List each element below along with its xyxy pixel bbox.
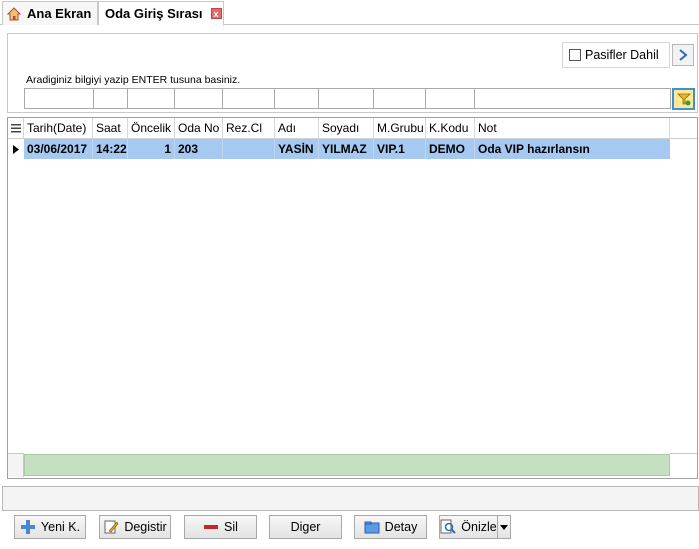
column-header[interactable]: Adı xyxy=(275,118,319,138)
cell-soyadi[interactable]: YILMAZ xyxy=(319,139,374,159)
filter-clear-icon xyxy=(676,93,691,106)
new-label: Yeni K. xyxy=(40,520,81,534)
column-header[interactable]: Saat xyxy=(93,118,128,138)
column-header[interactable]: Tarih(Date) xyxy=(24,118,93,138)
cell-tarih[interactable]: 03/06/2017 xyxy=(24,139,93,159)
row-pointer-icon xyxy=(8,139,24,159)
pasifler-dahil-checkbox[interactable]: Pasifler Dahil xyxy=(562,42,670,68)
status-bar xyxy=(2,486,699,511)
cell-saat[interactable]: 14:22 xyxy=(93,139,128,159)
other-label: Diger xyxy=(290,520,321,534)
filter-saat[interactable] xyxy=(93,88,128,109)
pencil-icon xyxy=(103,519,119,535)
cell-oncelik[interactable]: 1 xyxy=(128,139,175,159)
cell-k-kodu[interactable]: DEMO xyxy=(426,139,475,159)
search-panel: Pasifler Dahil Aradiginiz bilgiyi yazip … xyxy=(7,33,698,113)
edit-button[interactable]: Degistir xyxy=(99,515,171,539)
column-header[interactable]: Rez.Cl xyxy=(223,118,275,138)
new-button[interactable]: Yeni K. xyxy=(14,515,86,539)
footer-spacer xyxy=(670,453,697,477)
column-header[interactable]: K.Kodu xyxy=(426,118,475,138)
edit-label: Degistir xyxy=(124,520,167,534)
filter-adi[interactable] xyxy=(274,88,319,109)
cell-m-grubu[interactable]: VIP.1 xyxy=(374,139,426,159)
tab-label: Ana Ekran xyxy=(27,6,92,21)
magnifier-icon xyxy=(440,519,456,535)
grid-summary-footer xyxy=(24,454,670,476)
column-chooser-icon[interactable] xyxy=(8,118,24,138)
close-icon[interactable]: x xyxy=(210,8,222,19)
tab-oda-giris-sirasi[interactable]: Oda Giriş Sırası x xyxy=(98,1,224,26)
preview-label: Önizle xyxy=(461,520,497,534)
chevron-right-icon xyxy=(679,49,688,61)
tab-ana-ekran[interactable]: Ana Ekran xyxy=(2,1,98,25)
preview-button[interactable]: Önizle xyxy=(439,515,498,539)
filter-oncelik[interactable] xyxy=(127,88,175,109)
cell-oda-no[interactable]: 203 xyxy=(175,139,223,159)
plus-icon xyxy=(20,519,36,535)
clear-filter-button[interactable] xyxy=(672,88,695,110)
filter-tarih[interactable] xyxy=(24,88,94,109)
column-header[interactable]: Öncelik xyxy=(128,118,175,138)
delete-button[interactable]: Sil xyxy=(184,515,257,539)
filter-soyadi[interactable] xyxy=(318,88,374,109)
footer-indicator xyxy=(8,453,24,477)
filter-m-grubu[interactable] xyxy=(373,88,426,109)
tab-strip: Ana Ekran Oda Giriş Sırası x xyxy=(0,0,699,26)
cell-not[interactable]: Oda VIP hazırlansın xyxy=(475,139,670,159)
delete-label: Sil xyxy=(224,520,238,534)
column-header[interactable]: Soyadı xyxy=(319,118,374,138)
filter-rez-cl[interactable] xyxy=(222,88,275,109)
column-header[interactable]: Oda No xyxy=(175,118,223,138)
chevron-down-icon xyxy=(500,524,508,530)
column-header[interactable]: Not xyxy=(475,118,670,138)
column-header[interactable]: M.Grubu xyxy=(374,118,426,138)
table-row[interactable]: 03/06/2017 14:22 1 203 YASİN YILMAZ VIP.… xyxy=(8,139,697,159)
cell-adi[interactable]: YASİN xyxy=(275,139,319,159)
preview-dropdown-button[interactable] xyxy=(497,515,511,539)
tab-label: Oda Giriş Sırası xyxy=(105,6,203,21)
filter-oda-no[interactable] xyxy=(174,88,223,109)
checkbox-icon[interactable] xyxy=(569,49,581,61)
folder-icon xyxy=(364,519,380,535)
detail-label: Detay xyxy=(384,520,418,534)
home-icon xyxy=(6,6,22,21)
cell-rez-cl[interactable] xyxy=(223,139,275,159)
filter-k-kodu[interactable] xyxy=(425,88,475,109)
pasifler-label: Pasifler Dahil xyxy=(585,48,659,62)
data-grid: Tarih(Date) Saat Öncelik Oda No Rez.Cl A… xyxy=(7,117,698,479)
detail-button[interactable]: Detay xyxy=(354,515,427,539)
grid-header: Tarih(Date) Saat Öncelik Oda No Rez.Cl A… xyxy=(8,118,697,139)
other-button[interactable]: Diger xyxy=(269,515,342,539)
minus-icon xyxy=(203,519,219,535)
search-hint: Aradiginiz bilgiyi yazip ENTER tusuna ba… xyxy=(26,74,241,86)
next-button[interactable] xyxy=(672,44,694,66)
filter-not[interactable] xyxy=(474,88,671,109)
